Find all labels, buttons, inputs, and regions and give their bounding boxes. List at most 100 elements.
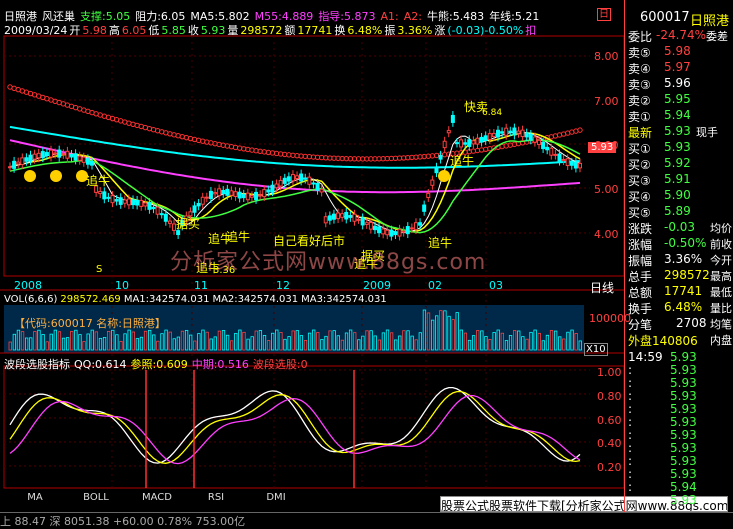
candle-body [536,139,541,145]
tab-macd[interactable]: MACD [136,492,178,508]
candle-body [69,153,74,158]
amount-label: 额 [284,24,296,37]
close-box-button[interactable]: 日 [597,8,611,21]
candle-body [413,222,418,231]
candle-body [90,160,95,166]
tick-time: : [628,389,633,403]
candle-body [397,228,402,237]
candle-body [471,140,476,145]
tick-time: : [628,428,633,442]
candle-body [479,136,484,143]
candle-body [77,155,82,161]
quote-stat: 振幅 3.36% 今开 [626,252,733,268]
candle-body [352,213,357,222]
ohlc-info: 2009/03/24 开 5.98 高 6.05 低 5.85 收 5.93 量 2985… [4,22,536,38]
stat-label: 涨跌 [628,222,653,236]
period-label[interactable]: 日线 [590,279,614,296]
tick-time: : [628,493,633,507]
weibi-value: -24.74% [656,28,707,42]
candle-body [450,114,455,123]
sell-label: 卖③ [628,78,651,92]
candle-body [245,192,250,201]
stock-terminal-window: 日照港 风还巢 支撑:5.05 阻力:6.05 MA5:5.802 M55:4.… [0,0,733,529]
candle-body [85,158,90,165]
candle-body [44,152,49,156]
sell-price: 5.95 [664,92,691,106]
tab-boll[interactable]: BOLL [74,492,118,508]
candle-body [126,198,131,206]
candle-body [282,177,287,184]
candle-body [196,202,201,207]
volume-scale[interactable]: X10 [584,343,608,356]
candle-body [500,131,505,134]
candle-body [381,228,386,235]
tab-dmi[interactable]: DMI [256,492,296,508]
candle-body [422,204,427,212]
turnover-value: 6.48% [347,23,383,37]
candle-body [426,192,431,198]
qq-value: QQ:0.614 [74,357,127,371]
quote-stat: 涨跌 -0.03 均价 [626,220,733,236]
candle-body [438,154,443,160]
annotation-s: S [96,264,103,275]
candle-body [405,226,410,235]
volume-header: VOL(6,6,6) 298572.469 MA1:342574.031 MA2… [4,294,387,305]
candle-body [110,195,115,204]
stat-extra: 均笔 [710,318,732,331]
tick-time: 14:59 [628,350,663,364]
candle-body [565,158,570,167]
candle-body [163,213,168,222]
inner-volume: 内盘 [710,334,732,347]
candle-body [225,188,230,196]
candle-body [512,127,517,136]
amp-value: 3.36% [397,23,433,37]
candle-body [20,157,25,165]
sell-label: 卖⑤ [628,46,651,60]
candle-body [331,213,336,220]
smiley-icon [24,170,36,182]
stat-label: 总手 [628,270,653,284]
candle-body [557,153,562,162]
volume-ma3: MA3:342574.031 [301,294,387,305]
indicator-tick: 0.20 [597,461,622,474]
candle-body [114,199,119,202]
stat-value: 2708 [676,316,707,330]
status-bar: 上 88.47 深 8051.38 +60.00 0.78% 753.00亿 [0,512,733,529]
quote-stat: 分笔 2708 均笔 [626,316,733,332]
indicator-tick: 0.80 [597,390,622,403]
candle-body [454,142,459,145]
candle-body [28,154,33,162]
tick-time: : [628,480,633,494]
indicator-cankao [9,390,581,464]
candle-body [504,127,509,136]
price-tick: 5.00 [594,183,619,196]
sell-price: 5.97 [664,60,691,74]
x-tick: 11 [194,279,208,292]
candle-body [24,157,29,162]
a2-label: A2: [403,9,422,23]
weicha-label: 委差 [706,30,728,43]
candle-body [155,206,160,215]
tick-price: 5.94 [670,480,697,494]
latest-price: 5.93 [664,124,691,138]
smiley-icon [438,170,450,182]
buy-price: 5.93 [664,140,691,154]
candle-body [356,218,361,221]
tab-rsi[interactable]: RSI [196,492,236,508]
sell-price: 5.98 [664,44,691,58]
candle-body [217,188,222,197]
tick-time: : [628,415,633,429]
quote-sell3: 卖③ 5.96 [626,76,733,92]
candle-body [233,191,238,197]
candle-body [237,191,242,199]
quote-sell5: 卖⑤ 5.98 [626,44,733,60]
candle-body [241,193,246,199]
tab-ma[interactable]: MA [16,492,54,508]
candle-body [36,152,41,159]
quote-buy2: 买② 5.92 [626,156,733,172]
candle-body [360,217,365,226]
price-tick: 8.00 [594,50,619,63]
amp-label: 振 [384,24,396,37]
candle-body [16,161,21,165]
candle-body [487,133,492,140]
